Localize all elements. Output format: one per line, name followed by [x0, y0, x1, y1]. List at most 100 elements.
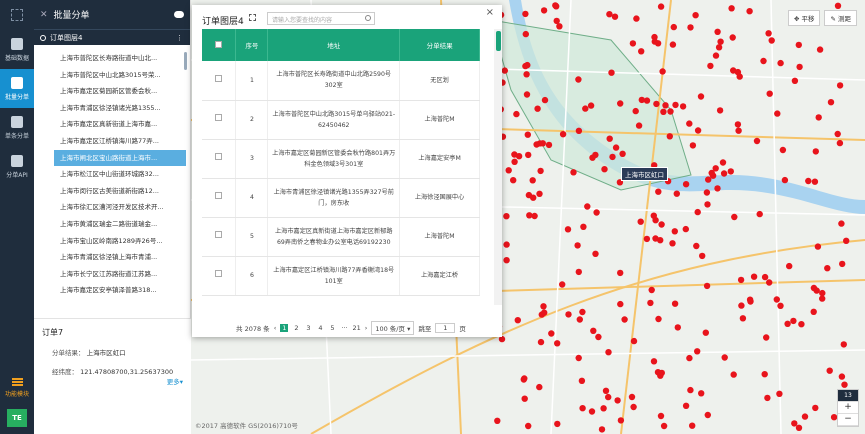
- order-marker[interactable]: [812, 148, 819, 155]
- order-marker[interactable]: [717, 38, 724, 45]
- order-marker[interactable]: [798, 321, 805, 328]
- order-marker[interactable]: [525, 422, 532, 430]
- order-marker[interactable]: [777, 59, 784, 67]
- order-marker[interactable]: [511, 158, 518, 165]
- order-marker[interactable]: [667, 108, 674, 115]
- order-marker[interactable]: [545, 141, 553, 149]
- order-marker[interactable]: [814, 243, 822, 250]
- order-marker[interactable]: [776, 390, 783, 397]
- order-marker[interactable]: [763, 334, 770, 341]
- order-marker[interactable]: [712, 52, 720, 59]
- order-marker[interactable]: [536, 190, 543, 197]
- order-marker[interactable]: [541, 309, 548, 316]
- order-marker[interactable]: [575, 127, 583, 134]
- order-marker[interactable]: [699, 252, 706, 260]
- order-marker[interactable]: [810, 308, 817, 315]
- order-marker[interactable]: [795, 424, 803, 431]
- order-marker[interactable]: [838, 220, 845, 227]
- order-marker[interactable]: [840, 341, 847, 348]
- pan-tool-button[interactable]: ✥ 平移: [787, 10, 821, 26]
- order-marker[interactable]: [630, 403, 637, 411]
- order-marker[interactable]: [753, 137, 761, 145]
- order-marker[interactable]: [537, 338, 545, 346]
- order-marker[interactable]: [795, 41, 802, 49]
- select-all-checkbox[interactable]: [215, 40, 223, 48]
- order-marker[interactable]: [522, 62, 529, 70]
- order-list-item[interactable]: 上海市青浦区徐泾镇诸光路1355...: [54, 100, 186, 117]
- order-marker[interactable]: [781, 176, 789, 184]
- order-marker[interactable]: [721, 354, 728, 361]
- order-marker[interactable]: [602, 387, 610, 394]
- order-marker[interactable]: [689, 142, 697, 149]
- layer-selector[interactable]: 订单图层4 ⋮: [34, 29, 190, 45]
- order-marker[interactable]: [766, 279, 773, 286]
- order-marker[interactable]: [648, 286, 655, 294]
- order-marker[interactable]: [841, 381, 848, 388]
- order-marker[interactable]: [653, 100, 660, 108]
- row-select-cell[interactable]: [202, 139, 237, 179]
- col-header-result[interactable]: 分单结果: [399, 29, 480, 61]
- order-marker[interactable]: [834, 130, 841, 138]
- modules-button[interactable]: 功能模块: [0, 378, 34, 398]
- order-marker[interactable]: [612, 144, 620, 151]
- order-marker[interactable]: [503, 241, 510, 248]
- order-marker[interactable]: [811, 178, 819, 185]
- order-marker[interactable]: [746, 8, 753, 15]
- collapse-icon[interactable]: ✕: [40, 10, 48, 20]
- order-marker[interactable]: [693, 242, 700, 250]
- order-marker[interactable]: [590, 327, 597, 334]
- order-marker[interactable]: [635, 122, 643, 129]
- row-checkbox[interactable]: [215, 231, 223, 238]
- order-marker[interactable]: [657, 412, 665, 420]
- order-marker[interactable]: [735, 127, 742, 134]
- order-marker[interactable]: [628, 393, 636, 401]
- order-marker[interactable]: [707, 62, 714, 70]
- nav-batch-dispatch[interactable]: 批量分单: [0, 69, 34, 108]
- order-marker[interactable]: [540, 7, 548, 14]
- order-marker[interactable]: [554, 340, 561, 347]
- order-marker[interactable]: [584, 203, 591, 210]
- order-marker[interactable]: [637, 218, 644, 225]
- order-marker[interactable]: [714, 185, 721, 192]
- order-marker[interactable]: [687, 24, 694, 31]
- page-button[interactable]: ···: [340, 324, 348, 332]
- page-button[interactable]: 2: [292, 324, 300, 332]
- order-marker[interactable]: [694, 127, 702, 134]
- order-marker[interactable]: [609, 153, 616, 161]
- order-marker[interactable]: [578, 377, 586, 384]
- order-marker[interactable]: [703, 189, 711, 196]
- order-marker[interactable]: [534, 105, 541, 112]
- order-marker[interactable]: [761, 273, 769, 281]
- order-marker[interactable]: [575, 268, 582, 276]
- order-marker[interactable]: [606, 11, 613, 18]
- row-select-cell[interactable]: [202, 61, 237, 101]
- order-marker[interactable]: [720, 170, 728, 177]
- table-row[interactable]: 3 上海市嘉定区菊园新区管委会秋竹路801弄万科金色领域3号301室 上海嘉定安亭M: [202, 139, 480, 179]
- order-marker[interactable]: [536, 383, 543, 391]
- order-marker[interactable]: [768, 37, 775, 44]
- order-marker[interactable]: [689, 422, 696, 429]
- order-marker[interactable]: [729, 34, 736, 41]
- order-marker[interactable]: [671, 228, 678, 235]
- order-marker[interactable]: [575, 354, 582, 362]
- order-marker[interactable]: [790, 317, 797, 325]
- order-marker[interactable]: [582, 105, 589, 112]
- order-marker[interactable]: [682, 181, 690, 188]
- order-marker[interactable]: [810, 284, 818, 292]
- order-marker[interactable]: [638, 48, 645, 55]
- order-marker[interactable]: [694, 348, 701, 355]
- order-marker[interactable]: [524, 131, 531, 138]
- order-marker[interactable]: [513, 110, 520, 118]
- order-marker[interactable]: [533, 141, 540, 148]
- order-marker[interactable]: [503, 213, 510, 220]
- order-marker[interactable]: [617, 300, 624, 308]
- order-marker[interactable]: [660, 422, 668, 430]
- next-page-button[interactable]: ›: [365, 324, 368, 332]
- order-marker[interactable]: [575, 76, 582, 83]
- order-marker[interactable]: [657, 3, 665, 10]
- order-marker[interactable]: [671, 300, 679, 307]
- order-marker[interactable]: [514, 317, 521, 324]
- order-marker[interactable]: [539, 140, 546, 147]
- order-marker[interactable]: [692, 12, 699, 19]
- order-marker[interactable]: [698, 390, 705, 397]
